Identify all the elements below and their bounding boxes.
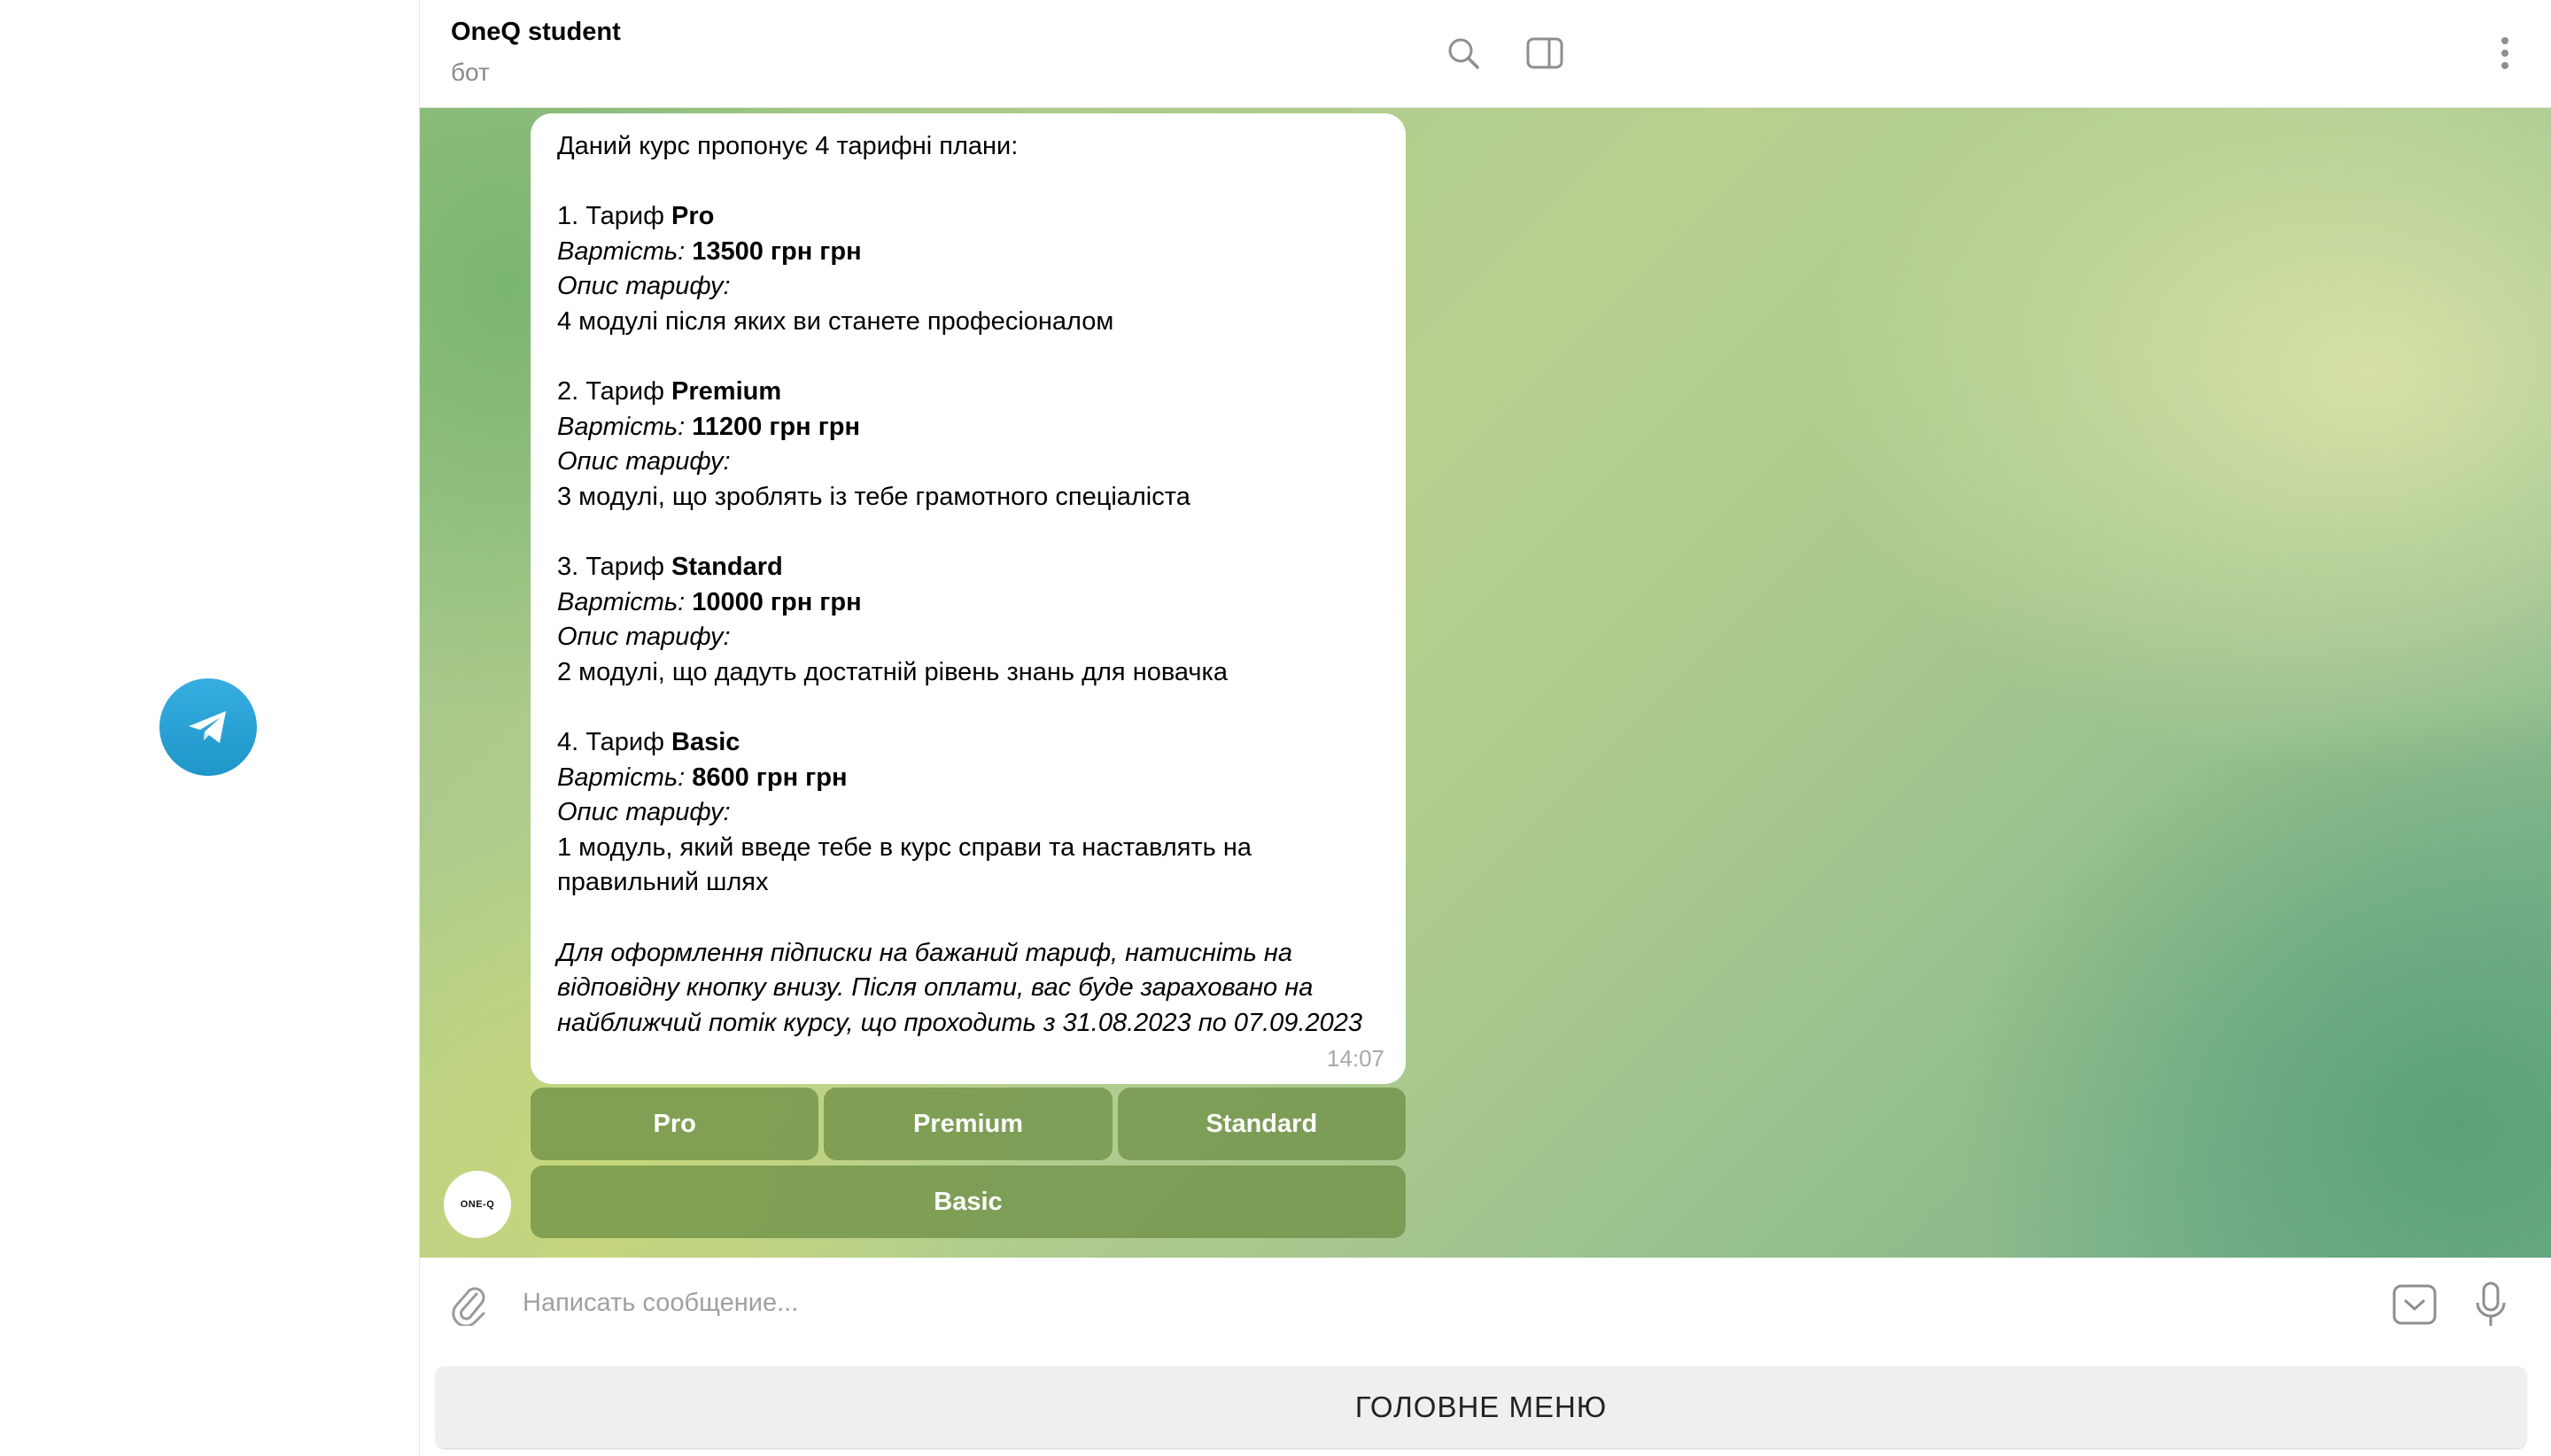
plan-desc-label: Опис тарифу: xyxy=(557,623,731,652)
sidebar-toggle-icon[interactable] xyxy=(1520,28,1570,78)
message-footer: відповідну кнопку внизу. Після оплати, в… xyxy=(557,973,1314,1003)
plan-cost: Вартість: 10000 грн грн xyxy=(557,587,862,616)
more-vertical-icon[interactable] xyxy=(2480,28,2530,78)
message-time: 14:07 xyxy=(1326,1045,1384,1073)
plan-title: 4. Тариф Basic xyxy=(557,728,740,757)
microphone-icon[interactable] xyxy=(2466,1280,2516,1329)
message-footer: Для оформлення підписки на бажаний тариф… xyxy=(557,938,1292,967)
inline-keyboard-row: Pro Premium Standard xyxy=(531,1088,1406,1160)
message-intro: Даний курс пропонує 4 тарифні плани: xyxy=(557,132,1019,160)
tariff-premium-button[interactable]: Premium xyxy=(824,1088,1113,1160)
chat-header: OneQ student бот xyxy=(420,0,2551,108)
left-sidebar xyxy=(0,0,420,1456)
inline-keyboard-row: Basic xyxy=(531,1166,1406,1238)
chat-area: Даний курс пропонує 4 тарифні плани: 1. … xyxy=(420,108,2551,1258)
plan-desc: 1 модуль, який введе тебе в курс справи … xyxy=(557,833,1252,862)
plan-desc: 2 модулі, що дадуть достатній рівень зна… xyxy=(557,657,1228,686)
main-menu-button[interactable]: ГОЛОВНЕ МЕНЮ xyxy=(436,1367,2526,1448)
plan-title: 1. Тариф Pro xyxy=(557,202,715,231)
plan-desc: 3 модулі, що зроблять із тебе грамотного… xyxy=(557,482,1190,511)
plan-desc-label: Опис тарифу: xyxy=(557,272,731,301)
plan-desc: правильний шлях xyxy=(557,868,769,897)
message-input-bar: Написать сообщение... xyxy=(420,1259,2551,1351)
chat-subtitle: бот xyxy=(451,58,490,86)
plan-title: 2. Тариф Premium xyxy=(557,377,782,407)
tariff-pro-button[interactable]: Pro xyxy=(531,1088,819,1160)
chat-title[interactable]: OneQ student xyxy=(451,18,621,47)
paperclip-icon[interactable] xyxy=(445,1280,494,1329)
bot-avatar[interactable]: ONE-Q xyxy=(444,1171,511,1238)
plan-cost: Вартість: 13500 грн грн xyxy=(557,236,862,266)
plan-title: 3. Тариф Standard xyxy=(557,553,783,582)
plan-desc-label: Опис тарифу: xyxy=(557,798,731,827)
plan-desc-label: Опис тарифу: xyxy=(557,447,731,476)
message-footer: найближчий потік курсу, що проходить з 3… xyxy=(557,1008,1363,1037)
tariff-standard-button[interactable]: Standard xyxy=(1117,1088,1406,1160)
keyboard-toggle-icon[interactable] xyxy=(2390,1280,2439,1329)
plan-desc: 4 модулі після яких ви станете професіон… xyxy=(557,306,1114,336)
plan-cost: Вартість: 11200 грн грн xyxy=(557,412,861,441)
message-input[interactable]: Написать сообщение... xyxy=(523,1289,798,1318)
search-icon[interactable] xyxy=(1438,28,1488,78)
plan-cost: Вартість: 8600 грн грн xyxy=(557,763,848,792)
telegram-icon xyxy=(159,678,257,776)
tariff-basic-button[interactable]: Basic xyxy=(531,1166,1406,1238)
message-bubble: Даний курс пропонує 4 тарифні плани: 1. … xyxy=(531,113,1406,1084)
reply-keyboard: ГОЛОВНЕ МЕНЮ xyxy=(420,1351,2551,1456)
